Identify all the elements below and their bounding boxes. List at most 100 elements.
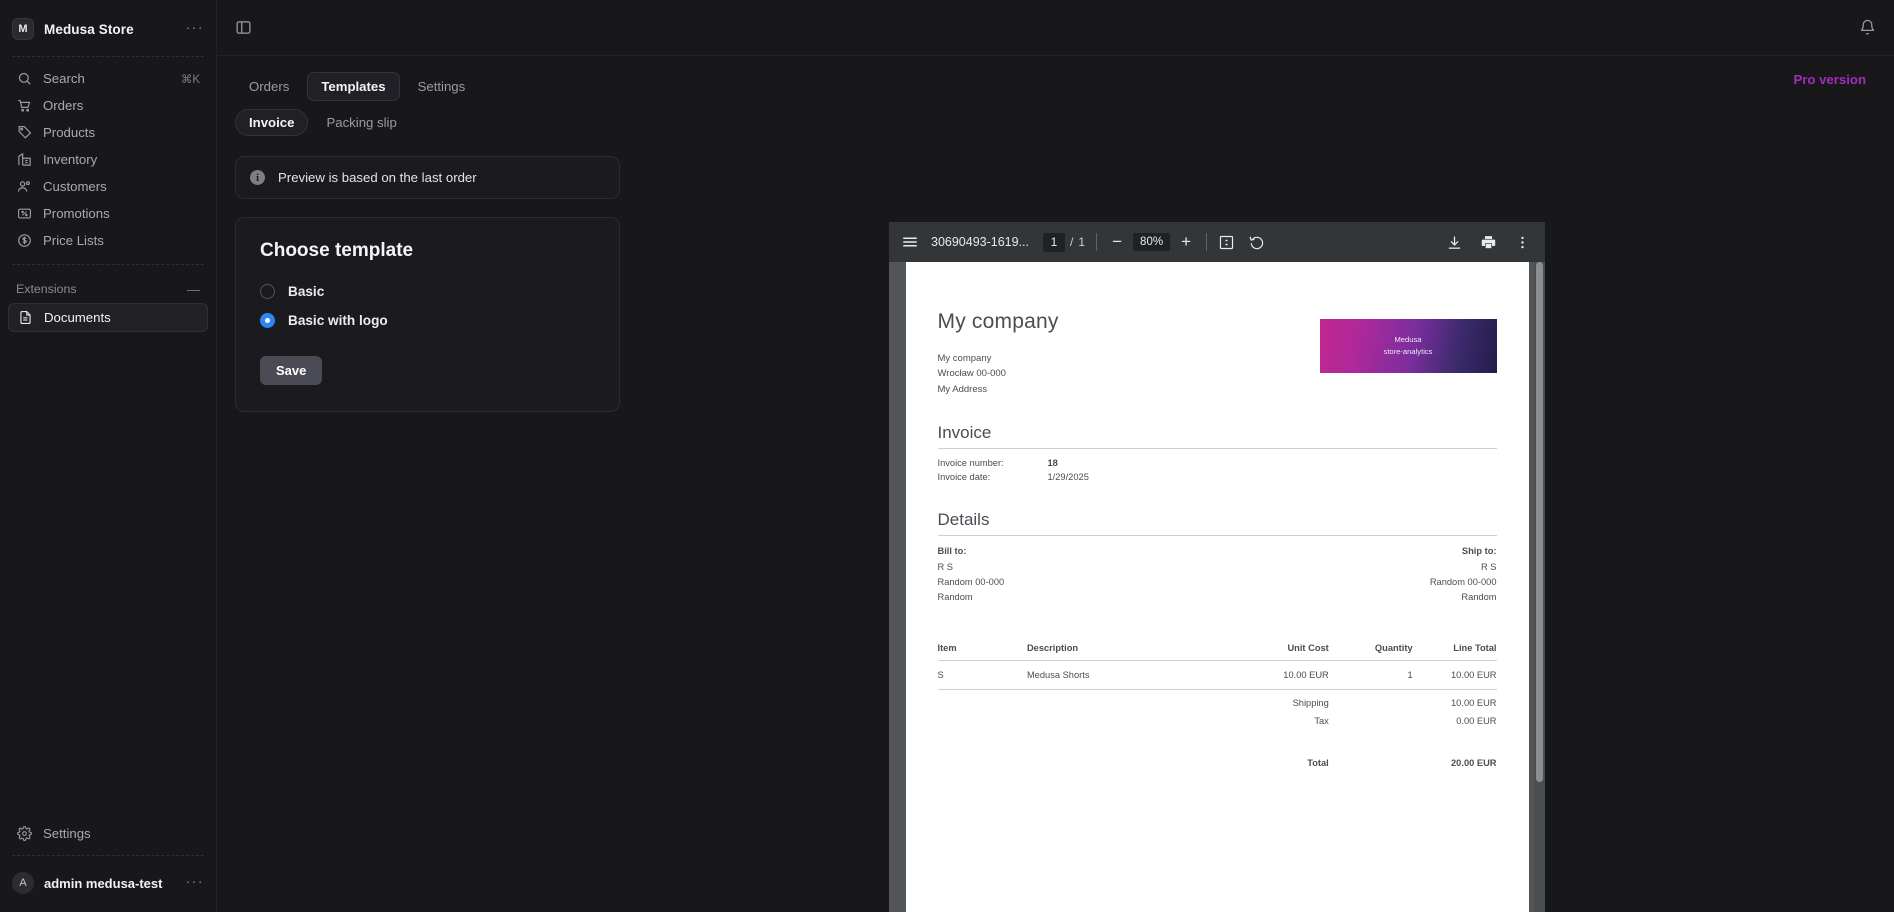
user-name: admin medusa-test — [44, 875, 163, 891]
sidebar-item-customers[interactable]: Customers — [8, 173, 208, 200]
col-description: Description — [1026, 642, 1217, 661]
search-shortcut: ⌘K — [180, 73, 200, 86]
extensions-section-header[interactable]: Extensions — — [0, 275, 216, 303]
settings-column: i Preview is based on the last order Cho… — [235, 156, 620, 412]
page-title: Choose template — [260, 240, 414, 261]
bill-to-heading: Bill to: — [937, 546, 967, 557]
ship-to-line: Random 00-000 — [1429, 577, 1497, 588]
sidebar-item-settings[interactable]: Settings — [8, 820, 208, 847]
sidebar-divider-user — [12, 855, 204, 856]
zoom-in-button[interactable]: + — [1177, 233, 1195, 251]
hamburger-menu-icon[interactable] — [901, 233, 919, 251]
col-quantity: Quantity — [1328, 642, 1413, 661]
document-icon — [17, 310, 33, 326]
sidebar-item-search[interactable]: Search ⌘K — [8, 65, 208, 92]
pdf-scrollbar[interactable] — [1534, 262, 1545, 912]
sidebar-divider-extensions — [12, 264, 204, 265]
promotions-icon — [16, 206, 32, 222]
summary-value: 10.00 EUR — [1451, 697, 1497, 708]
pdf-toolbar: 30690493-1619... / 1 − 80% + — [889, 222, 1545, 262]
topbar — [217, 0, 1894, 56]
pro-version-link[interactable]: Pro version — [1793, 72, 1866, 87]
primary-tabs: Orders Templates Settings — [217, 56, 1894, 101]
sidebar-item-label: Settings — [43, 826, 91, 841]
download-icon[interactable] — [1446, 234, 1463, 251]
pdf-scroll-area[interactable]: My company My company Wrocław 00-000 My … — [889, 262, 1545, 912]
store-menu-icon[interactable]: ··· — [186, 20, 205, 35]
subtab-packing-slip[interactable]: Packing slip — [312, 109, 410, 136]
table-header: Item Description Unit Cost Quantity Line… — [937, 642, 1497, 661]
invoice-header: My company My company Wrocław 00-000 My … — [938, 284, 1497, 397]
more-vertical-icon[interactable] — [1514, 234, 1531, 251]
user-menu[interactable]: A admin medusa-test ··· — [0, 864, 216, 902]
avatar: A — [12, 872, 34, 894]
user-menu-icon[interactable]: ··· — [186, 874, 205, 889]
sidebar-item-products[interactable]: Products — [8, 119, 208, 146]
bell-icon[interactable] — [1859, 19, 1876, 36]
cell-item: S — [937, 660, 1027, 690]
tab-templates[interactable]: Templates — [307, 72, 400, 101]
bill-to-block: Bill to: R S Random 00-000 Random — [938, 544, 1005, 605]
main-area: Orders Templates Settings Pro version In… — [217, 0, 1894, 912]
sidebar-item-inventory[interactable]: Inventory — [8, 146, 208, 173]
summary-row-shipping: Shipping 10.00 EUR — [938, 689, 1497, 708]
sidebar-item-label: Search — [43, 71, 85, 86]
collapse-icon[interactable]: — — [187, 282, 200, 297]
company-block: My company My company Wrocław 00-000 My … — [938, 310, 1059, 397]
subtab-invoice[interactable]: Invoice — [235, 109, 309, 136]
ship-to-heading: Ship to: — [1461, 546, 1497, 557]
sidebar-item-promotions[interactable]: Promotions — [8, 200, 208, 227]
fit-page-icon[interactable] — [1218, 234, 1235, 251]
sidebar-item-documents[interactable]: Documents — [8, 303, 208, 332]
extensions-list: Documents — [0, 303, 216, 332]
total-value: 20.00 EUR — [1451, 757, 1497, 768]
radio-basic-icon[interactable] — [260, 284, 275, 299]
print-icon[interactable] — [1480, 234, 1497, 251]
page-number-input[interactable] — [1043, 232, 1066, 252]
pdf-scrollbar-thumb[interactable] — [1536, 262, 1543, 782]
sidebar-item-label: Products — [43, 125, 96, 140]
panel-toggle-icon[interactable] — [235, 19, 252, 36]
table-row: S Medusa Shorts 10.00 EUR 1 10.00 EUR — [937, 660, 1497, 690]
sidebar-item-orders[interactable]: Orders — [8, 92, 208, 119]
summary-label: Shipping — [1292, 697, 1329, 708]
zoom-out-button[interactable]: − — [1108, 233, 1126, 251]
parties-block: Bill to: R S Random 00-000 Random Ship t… — [938, 544, 1497, 605]
col-unit-cost: Unit Cost — [1216, 642, 1329, 661]
sidebar-item-label: Orders — [43, 98, 84, 113]
total-label: Total — [1307, 757, 1329, 768]
rotate-icon[interactable] — [1248, 234, 1265, 251]
col-line-total: Line Total — [1412, 642, 1497, 661]
page-separator: / — [1070, 235, 1074, 249]
company-logo: Medusa store-analytics — [1319, 319, 1497, 373]
radio-label: Basic with logo — [288, 313, 388, 328]
tab-orders[interactable]: Orders — [235, 72, 303, 101]
col-item: Item — [937, 642, 1027, 661]
toolbar-divider-1 — [1096, 233, 1098, 251]
ship-to-line: Random — [1461, 592, 1497, 603]
company-address-line: My Address — [937, 383, 988, 395]
sidebar-item-label: Customers — [43, 179, 107, 194]
tag-icon — [16, 125, 32, 141]
cell-unit-cost: 10.00 EUR — [1216, 660, 1329, 690]
invoice-meta: Invoice number: Invoice date: 18 1/29/20… — [938, 457, 1497, 484]
tab-settings[interactable]: Settings — [404, 72, 480, 101]
total-row: Total 20.00 EUR — [938, 726, 1497, 777]
sidebar-item-price-lists[interactable]: Price Lists — [8, 227, 208, 254]
radio-option-basic-with-logo[interactable]: Basic with logo — [260, 313, 595, 328]
store-switcher[interactable]: M Medusa Store ··· — [0, 6, 216, 52]
sidebar-item-label: Documents — [44, 310, 111, 325]
ship-to-block: Ship to: R S Random 00-000 Random — [1430, 544, 1497, 605]
radio-basic-with-logo-icon[interactable] — [260, 313, 275, 328]
sidebar-item-label: Price Lists — [43, 233, 104, 248]
pdf-preview-viewer: 30690493-1619... / 1 − 80% + — [889, 222, 1545, 912]
preview-info-banner: i Preview is based on the last order — [235, 156, 620, 199]
save-button[interactable]: Save — [260, 356, 323, 385]
ship-to-line: R S — [1481, 561, 1497, 572]
store-name: Medusa Store — [44, 21, 134, 37]
invoice-number-label: Invoice number: — [937, 458, 1004, 469]
radio-option-basic[interactable]: Basic — [260, 284, 595, 299]
extensions-label: Extensions — [16, 282, 77, 296]
invoice-date-label: Invoice date: — [937, 471, 991, 482]
dollar-circle-icon — [16, 233, 32, 249]
